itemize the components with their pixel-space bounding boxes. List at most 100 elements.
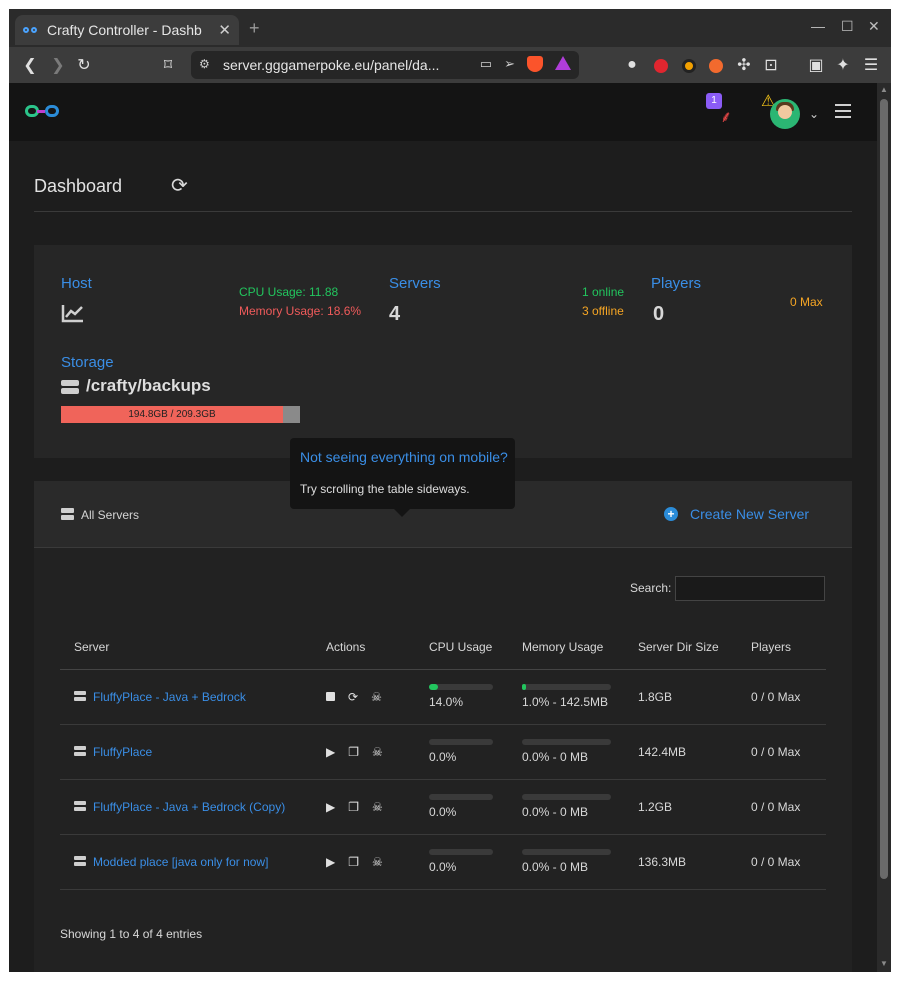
- tooltip-arrow: [394, 509, 410, 517]
- server-name: Modded place [java only for now]: [93, 854, 269, 869]
- play-icon[interactable]: ▶: [326, 800, 335, 814]
- address-bar[interactable]: ⚙ server.gggamerpoke.eu/panel/da... ▭ ➢: [191, 51, 579, 79]
- server-link[interactable]: FluffyPlace - Java + Bedrock: [74, 690, 312, 704]
- restart-icon[interactable]: ⟳: [348, 690, 358, 704]
- stop-icon[interactable]: [326, 692, 335, 701]
- browser-tab[interactable]: Crafty Controller - Dashb ✕: [15, 15, 239, 45]
- players-cell: 0 / 0 Max: [737, 779, 826, 835]
- clone-icon[interactable]: ❐: [348, 745, 359, 759]
- new-tab-icon[interactable]: +: [249, 18, 260, 39]
- tab-close-icon[interactable]: ✕: [218, 21, 231, 39]
- column-header[interactable]: Memory Usage: [508, 626, 624, 670]
- extension-record-icon[interactable]: [654, 59, 668, 73]
- storage-path: /crafty/backups: [86, 376, 211, 395]
- server-name-cell: Modded place [java only for now]: [60, 834, 312, 890]
- forward-icon[interactable]: ❯: [47, 53, 69, 77]
- memory-usage-text: 0.0% - 0 MB: [522, 805, 589, 819]
- server-name-cell: FluffyPlace: [60, 724, 312, 780]
- server-link[interactable]: FluffyPlace - Java + Bedrock (Copy): [74, 800, 312, 814]
- extension-profile-icon[interactable]: [709, 59, 723, 73]
- maximize-icon[interactable]: ☐: [841, 18, 854, 35]
- cast-icon[interactable]: ▭: [480, 56, 492, 72]
- kill-skull-icon[interactable]: ☠: [371, 690, 382, 704]
- kill-skull-icon[interactable]: ☠: [372, 800, 383, 814]
- page-title: Dashboard: [34, 176, 123, 196]
- send-icon[interactable]: ➢: [504, 56, 515, 72]
- table-header-row: Server Actions CPU Usage Memory Usage Se…: [60, 626, 826, 670]
- brave-shields-icon[interactable]: [527, 56, 543, 72]
- column-header[interactable]: Players: [737, 626, 826, 670]
- scroll-up-icon[interactable]: ▲: [880, 85, 888, 94]
- server-link[interactable]: Modded place [java only for now]: [74, 855, 312, 869]
- hard-drive-icon: [61, 380, 79, 394]
- search-input[interactable]: [675, 576, 825, 601]
- dir-size-cell: 142.4MB: [624, 724, 737, 780]
- column-header[interactable]: Server Dir Size: [624, 626, 737, 670]
- players-max: 0 Max: [790, 295, 823, 309]
- brave-rewards-icon[interactable]: [555, 56, 571, 70]
- avatar[interactable]: [770, 99, 800, 129]
- back-icon[interactable]: ❮: [19, 53, 41, 77]
- bookmark-icon[interactable]: ⌑: [157, 53, 179, 77]
- table-footer-info: Showing 1 to 4 of 4 entries: [60, 927, 203, 941]
- cpu-usage-fill: [429, 684, 438, 690]
- clone-icon[interactable]: ❐: [348, 800, 359, 814]
- host-cpu-usage: CPU Usage: 11.88: [239, 285, 339, 299]
- column-header[interactable]: Actions: [312, 626, 415, 670]
- players-cell: 0 / 0 Max: [737, 724, 826, 780]
- kill-skull-icon[interactable]: ☠: [372, 745, 383, 759]
- extension-mouse-icon[interactable]: ●: [621, 53, 643, 77]
- play-icon[interactable]: ▶: [326, 745, 335, 759]
- dir-size-cell: 1.2GB: [624, 779, 737, 835]
- server-link[interactable]: FluffyPlace: [74, 745, 312, 759]
- browser-menu-icon[interactable]: ☰: [860, 53, 882, 77]
- dir-size-cell: 136.3MB: [624, 834, 737, 890]
- memory-cell: 0.0% - 0 MB: [508, 834, 624, 890]
- cpu-usage-bar: [429, 739, 493, 745]
- scroll-down-icon[interactable]: ▼: [880, 959, 888, 968]
- memory-usage-bar: [522, 849, 611, 855]
- create-new-server-button[interactable]: + Create New Server: [664, 506, 809, 522]
- players-count: 0: [653, 303, 665, 325]
- crafty-logo-icon[interactable]: [25, 105, 59, 117]
- site-info-icon[interactable]: ⚙: [199, 57, 215, 73]
- minimize-icon[interactable]: —: [811, 18, 825, 34]
- page-scrollbar[interactable]: ▲ ▼: [877, 83, 891, 972]
- scrollbar-thumb[interactable]: [880, 99, 888, 879]
- extensions-puzzle-icon[interactable]: ✣: [733, 53, 755, 77]
- memory-cell: 1.0% - 142.5MB: [508, 669, 624, 725]
- memory-cell: 0.0% - 0 MB: [508, 724, 624, 780]
- actions-cell: ⟳ ☠: [312, 669, 415, 725]
- column-header[interactable]: CPU Usage: [415, 626, 508, 670]
- top-navbar: 1 ⸙ ⚠ ⌄: [9, 83, 877, 141]
- server-icon: [74, 746, 86, 757]
- refresh-icon[interactable]: ⟳: [171, 173, 188, 198]
- leo-ai-icon[interactable]: ✦: [832, 53, 854, 77]
- clone-icon[interactable]: ❐: [348, 855, 359, 869]
- tab-title: Crafty Controller - Dashb: [47, 22, 202, 38]
- cpu-usage-bar: [429, 684, 493, 690]
- play-icon[interactable]: ▶: [326, 855, 335, 869]
- column-header[interactable]: Server: [60, 626, 312, 670]
- extension-search-icon[interactable]: ⊡: [760, 53, 782, 77]
- actions-cell: ▶ ❐ ☠: [312, 834, 415, 890]
- window-close-icon[interactable]: ✕: [868, 18, 880, 35]
- wallet-icon[interactable]: ▣: [805, 53, 827, 77]
- server-icon: [74, 801, 86, 812]
- cpu-usage-bar: [429, 849, 493, 855]
- players-label: Players: [651, 275, 702, 292]
- create-new-server-label: Create New Server: [690, 506, 810, 522]
- servers-online: 1 online: [582, 285, 625, 299]
- extension-orange-icon[interactable]: [682, 59, 696, 73]
- table-row: FluffyPlace ▶ ❐ ☠ 0.0% 0.0% - 0 MB 142.4MB 0 / …: [60, 724, 826, 780]
- hamburger-menu-icon[interactable]: [835, 104, 851, 118]
- cpu-cell: 0.0%: [415, 779, 508, 835]
- reload-icon[interactable]: ↻: [73, 53, 95, 77]
- chevron-down-icon[interactable]: ⌄: [809, 107, 819, 121]
- actions-cell: ▶ ❐ ☠: [312, 779, 415, 835]
- storage-progress-bar: 194.8GB / 209.3GB: [61, 406, 300, 423]
- url-text: server.gggamerpoke.eu/panel/da...: [223, 57, 440, 73]
- kill-skull-icon[interactable]: ☠: [372, 855, 383, 869]
- cpu-usage-text: 0.0%: [429, 750, 457, 764]
- host-label: Host: [61, 275, 92, 292]
